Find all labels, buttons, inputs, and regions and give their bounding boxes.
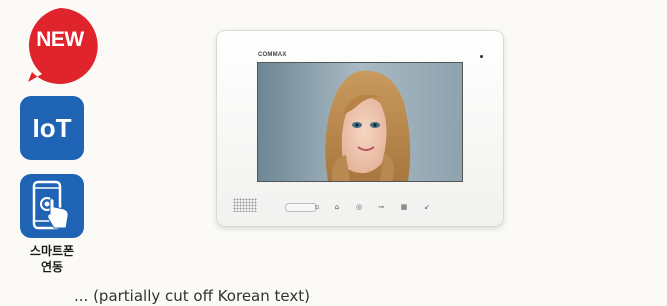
new-badge-label: NEW	[36, 28, 84, 51]
smartphone-touch-icon	[32, 180, 69, 230]
smartphone-caption-line1: 스마트폰	[29, 244, 75, 258]
smartphone-caption: 스마트폰 연동	[10, 243, 94, 275]
grid-button[interactable]: ▦	[398, 202, 410, 212]
brand-logo: COMMAX	[258, 52, 287, 58]
girl-portrait-image	[258, 63, 462, 181]
menu-button[interactable]: ▫	[311, 202, 323, 212]
camera-dot	[480, 55, 483, 58]
new-badge: NEW	[18, 4, 102, 84]
monitor-screen	[257, 62, 463, 182]
call-button[interactable]: ↙	[421, 202, 433, 212]
door-open-button[interactable]: ⊸	[375, 202, 387, 212]
iot-badge-label: IoT	[32, 112, 72, 143]
monitor-button[interactable]: ◎	[353, 202, 365, 212]
iot-badge: IoT	[20, 96, 84, 160]
smartphone-badge	[20, 174, 84, 238]
footer-text: ... (partially cut off Korean text)	[74, 287, 310, 305]
smartphone-caption-line2: 연동	[40, 260, 64, 274]
speaker-grille	[233, 198, 257, 212]
home-button[interactable]: ⌂	[331, 202, 343, 212]
